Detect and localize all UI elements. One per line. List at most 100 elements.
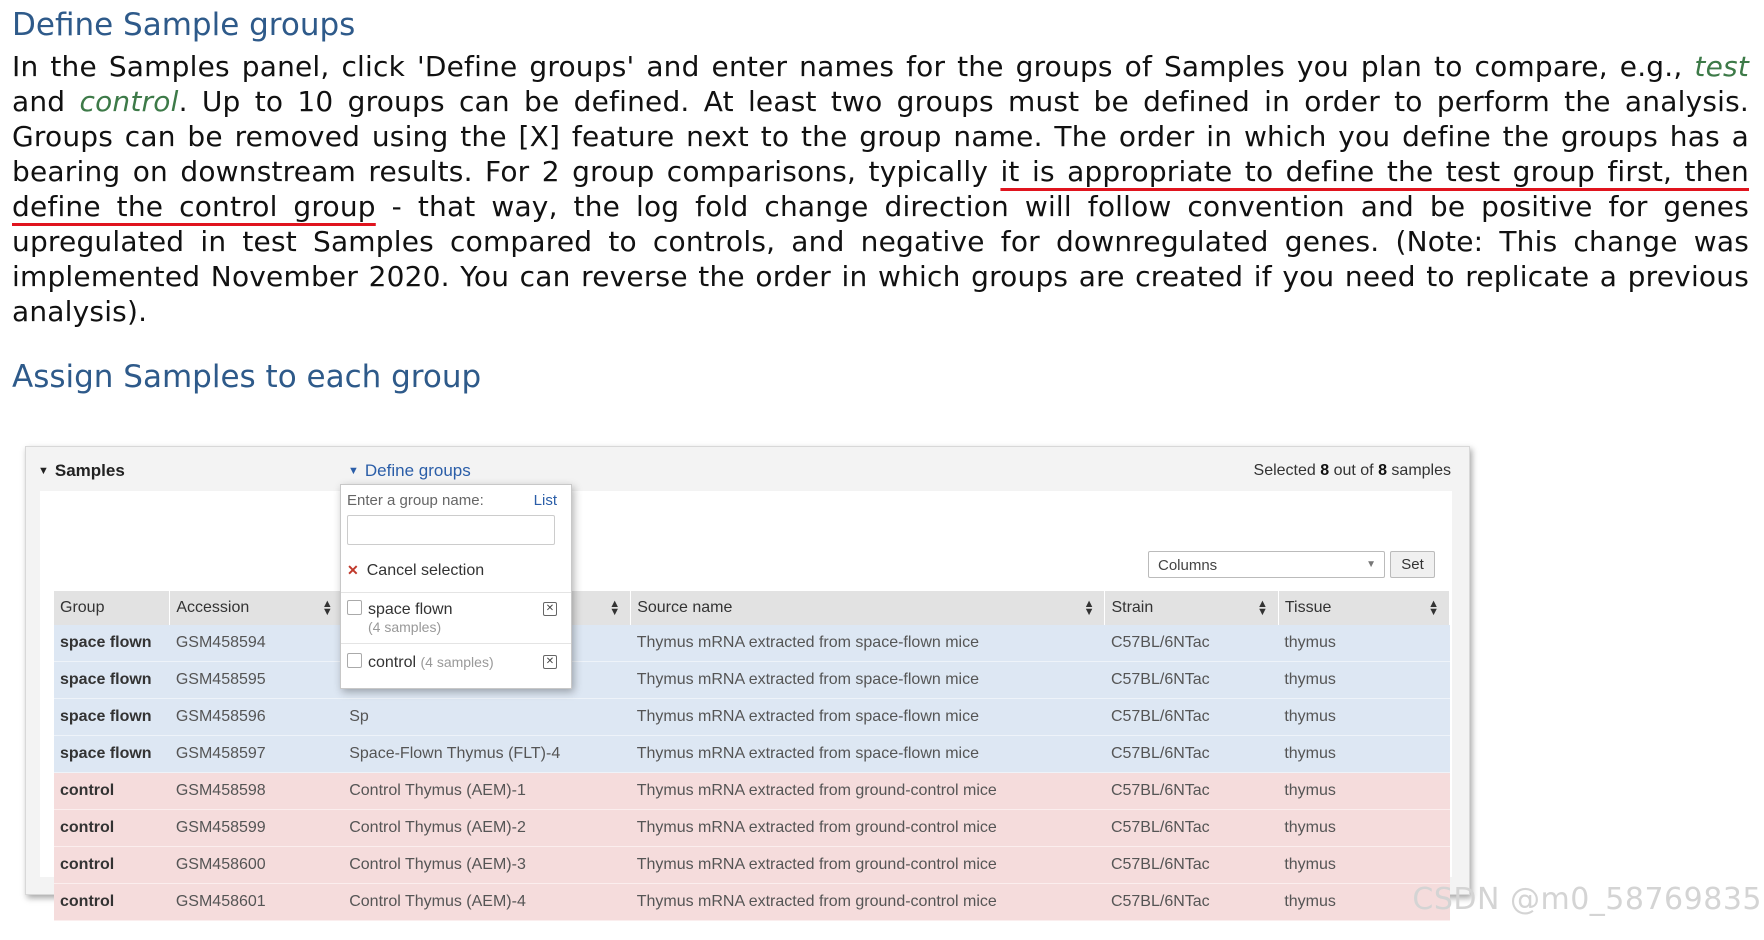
cell-source: Thymus mRNA extracted from space-flown m… [630,698,1105,736]
cell-accession: GSM458598 [169,772,344,810]
group-name: control [368,654,417,671]
cell-strain: C57BL/6NTac [1104,772,1279,810]
columns-select-value: Columns [1158,557,1218,574]
column-header-group[interactable]: Group [54,591,171,625]
group-count: (4 samples) [420,654,494,670]
divider [341,592,571,593]
column-header-source-name[interactable]: Source name ▲ ▼ [630,591,1106,625]
define-groups-label: Define groups [364,461,471,480]
cell-source: Thymus mRNA extracted from ground-contro… [630,883,1105,921]
group-checkbox[interactable] [347,600,362,615]
header-label: Tissue [1284,599,1332,616]
table-row[interactable]: control GSM458599 Control Thymus (AEM)-2… [54,809,1450,847]
cell-title: Control Thymus (AEM)-3 [343,846,631,884]
cell-strain: C57BL/6NTac [1104,846,1279,884]
samples-panel: ▼ Samples ▼ Define groups Selected 8 out o… [25,446,1470,921]
sort-icon: ▲ ▼ [609,598,621,618]
cell-strain: C57BL/6NTac [1104,809,1279,847]
define-groups-popup: Enter a group name: List ✕ Cancel selecti… [340,484,572,689]
group-name-input[interactable] [347,515,555,545]
table-row[interactable]: space flown GSM458595 Sp Thymus mRNA ext… [54,661,1450,699]
table-row[interactable]: space flown GSM458594 Sp Thymus mRNA ext… [54,625,1450,662]
cell-source: Thymus mRNA extracted from space-flown m… [630,661,1105,699]
cell-group: control [54,809,170,847]
watermark: CSDN @m0_58769835 [1412,882,1762,917]
cell-source: Thymus mRNA extracted from space-flown m… [630,735,1105,773]
selected-count-text: Selected 8 out of 8 samples [1254,462,1451,480]
header-label: Strain [1111,599,1154,616]
cell-accession: GSM458596 [169,698,344,736]
set-button[interactable]: Set [1390,551,1435,578]
table-row[interactable]: control GSM458601 Control Thymus (AEM)-4… [54,883,1450,921]
divider [341,643,571,644]
cell-title: Sp [343,698,631,736]
total-count: 8 [1378,462,1387,479]
cancel-selection-label: Cancel selection [366,562,485,579]
cell-tissue: thymus [1278,625,1450,662]
cell-group: control [54,846,170,884]
sort-icon: ▲ ▼ [1428,598,1439,618]
cell-title: Space-Flown Thymus (FLT)-4 [343,735,631,773]
selected-mid: out of [1329,462,1379,479]
sort-icon: ▲ ▼ [1083,598,1095,618]
cell-source: Thymus mRNA extracted from space-flown m… [630,625,1105,662]
remove-group-icon[interactable]: ✕ [543,655,557,669]
intro-paragraph: In the Samples panel, click 'Define grou… [12,49,1749,329]
column-header-tissue[interactable]: Tissue ▲ ▼ [1278,591,1451,625]
cell-accession: GSM458594 [169,625,344,662]
selected-prefix: Selected [1253,462,1321,479]
intro-and: and [12,85,80,118]
cell-accession: GSM458601 [169,883,344,921]
cell-strain: C57BL/6NTac [1104,883,1279,921]
cell-accession: GSM458595 [169,661,344,699]
cell-group: control [54,883,170,921]
table-row[interactable]: control GSM458598 Control Thymus (AEM)-1… [54,772,1450,810]
group-item-control[interactable]: control (4 samples) ✕ [347,653,561,672]
cancel-selection-button[interactable]: ✕ Cancel selection [347,562,484,580]
cell-tissue: thymus [1278,698,1450,736]
collapse-triangle-icon: ▼ [38,465,49,477]
close-icon: ✕ [347,562,359,578]
group-name: space flown [368,601,453,618]
define-groups-toggle[interactable]: ▼ Define groups [348,461,471,481]
group-name-prompt: Enter a group name: [347,492,484,509]
selected-suffix: samples [1386,462,1451,479]
cell-source: Thymus mRNA extracted from ground-contro… [630,809,1105,847]
dropdown-triangle-icon: ▼ [348,465,359,477]
cell-source: Thymus mRNA extracted from ground-contro… [630,772,1105,810]
samples-content: Columns▼ Set Group Accession▲▼ Ti▲▼ Sour… [40,491,1452,921]
table-row[interactable]: control GSM458600 Control Thymus (AEM)-3… [54,846,1450,884]
cell-strain: C57BL/6NTac [1104,661,1279,699]
cell-accession: GSM458599 [169,809,344,847]
heading-define-sample-groups: Define Sample groups [12,7,356,43]
table-header-row: Group Accession▲▼ Ti▲▼ Source name▲▼ Str… [54,591,1451,625]
cell-group: space flown [54,661,170,699]
cell-strain: C57BL/6NTac [1104,698,1279,736]
cell-tissue: thymus [1278,772,1450,810]
samples-title-label: Samples [54,461,125,480]
cell-title: Control Thymus (AEM)-2 [343,809,631,847]
column-header-strain[interactable]: Strain ▲ ▼ [1104,591,1279,625]
cell-strain: C57BL/6NTac [1104,735,1279,773]
chevron-down-icon: ▼ [1366,559,1376,570]
cell-tissue: thymus [1278,809,1450,847]
group-item-space-flown[interactable]: space flown (4 samples) ✕ [347,600,561,635]
group-checkbox[interactable] [347,653,362,668]
table-row[interactable]: space flown GSM458596 Sp Thymus mRNA ext… [54,698,1450,736]
selected-count: 8 [1320,462,1330,479]
column-header-accession[interactable]: Accession ▲ ▼ [169,591,344,625]
emphasis-control: control [79,85,179,118]
header-label: Source name [637,599,733,616]
columns-select[interactable]: Columns ▼ [1148,551,1385,578]
list-link[interactable]: List [534,492,557,509]
cell-tissue: thymus [1278,846,1450,884]
table-row[interactable]: space flown GSM458597 Space-Flown Thymus… [54,735,1450,773]
cell-group: space flown [54,698,170,736]
emphasis-test: test [1694,50,1749,83]
cell-strain: C57BL/6NTac [1104,625,1279,662]
heading-assign-samples: Assign Samples to each group [12,359,482,395]
remove-group-icon[interactable]: ✕ [543,602,557,616]
samples-panel-title[interactable]: ▼ Samples [38,461,125,481]
header-label: Group [60,599,105,616]
header-label: Accession [176,599,250,616]
